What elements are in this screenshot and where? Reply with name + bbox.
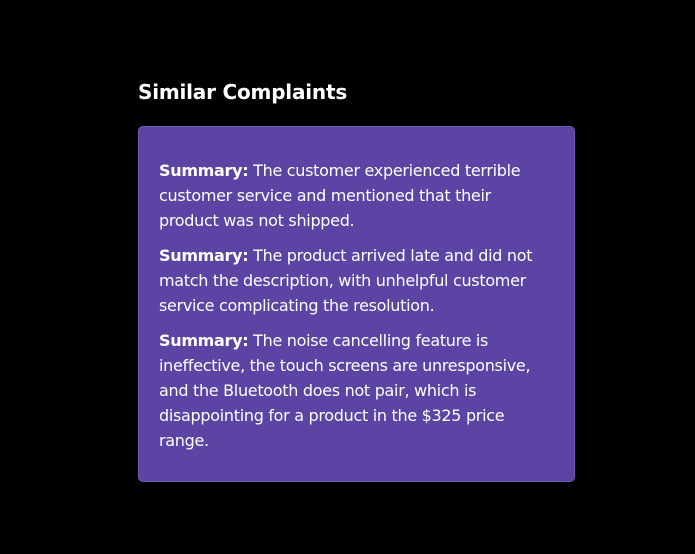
section-title: Similar Complaints [138, 80, 348, 104]
complaint-item: Summary: The product arrived late and di… [159, 243, 554, 318]
summary-label: Summary: [159, 161, 249, 180]
complaint-item: Summary: The customer experienced terrib… [159, 158, 554, 233]
summary-label: Summary: [159, 246, 249, 265]
similar-complaints-section: Similar Complaints Summary: The customer… [138, 78, 575, 482]
complaint-item: Summary: The noise cancelling feature is… [159, 328, 554, 453]
complaints-card: Summary: The customer experienced terrib… [138, 126, 575, 482]
summary-label: Summary: [159, 331, 249, 350]
